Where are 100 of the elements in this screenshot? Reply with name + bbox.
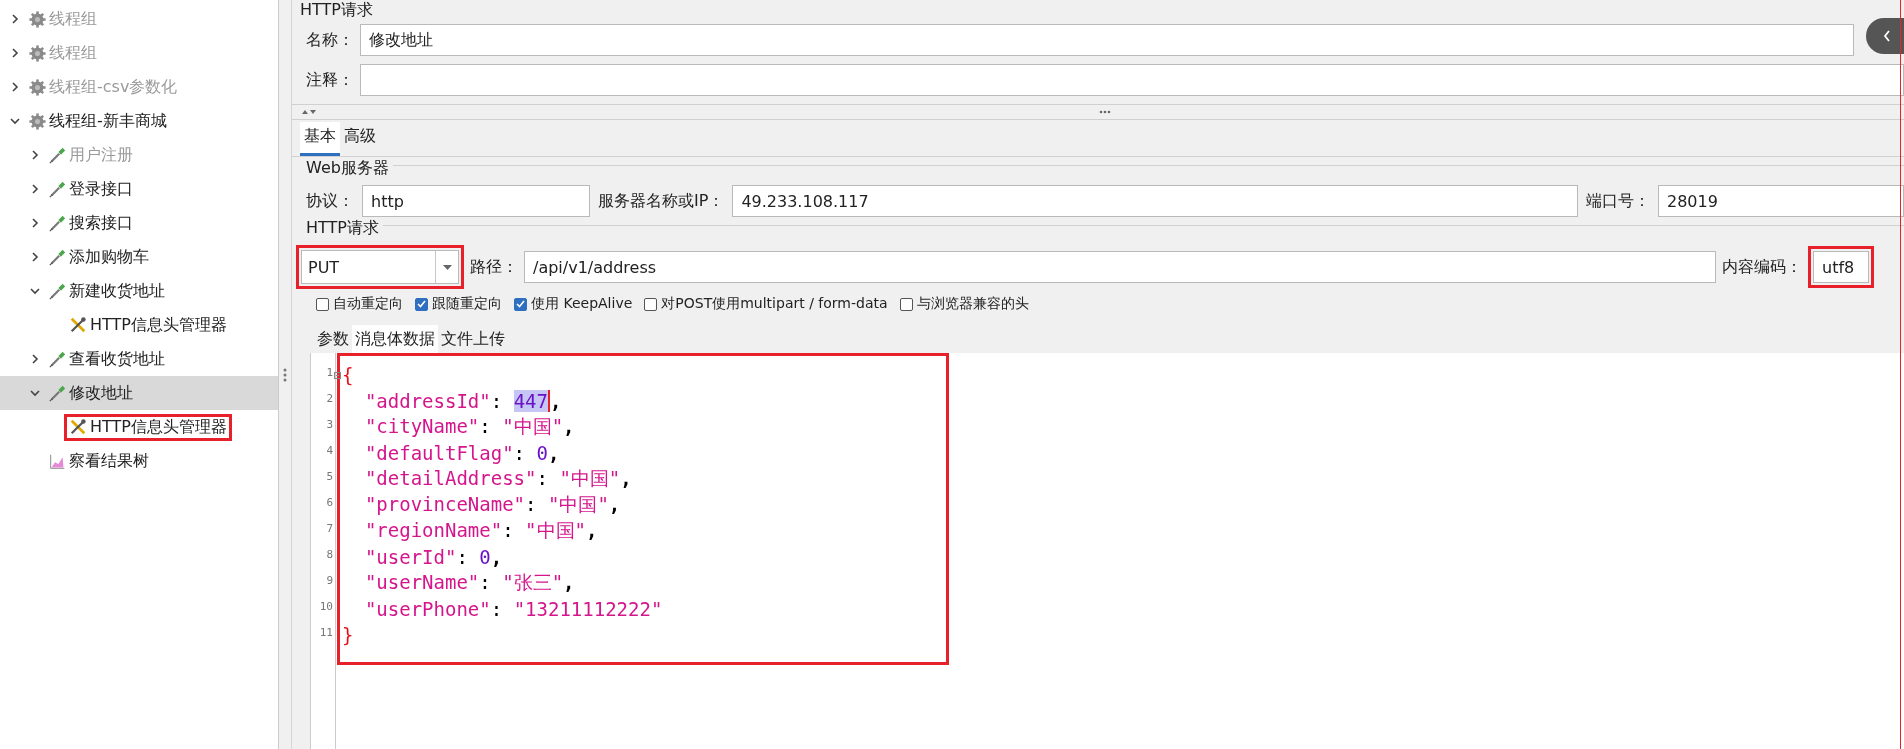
tree-item-label: 线程组 bbox=[49, 8, 97, 30]
gear-icon bbox=[29, 10, 46, 28]
code-line: { bbox=[342, 364, 354, 386]
gear-icon bbox=[29, 44, 46, 62]
tree-item[interactable]: 察看结果树 bbox=[0, 444, 278, 478]
line-number: 10 bbox=[318, 598, 334, 615]
tools-icon bbox=[69, 316, 87, 334]
checkmark-icon bbox=[417, 300, 426, 308]
line-number: 8 bbox=[325, 546, 334, 563]
pipette-icon bbox=[49, 146, 66, 164]
tree-item-label: 添加购物车 bbox=[69, 246, 149, 268]
tools-icon bbox=[69, 418, 87, 436]
pipette-icon bbox=[49, 282, 66, 300]
code-line: "defaultFlag": 0, bbox=[363, 442, 560, 464]
chevron-down-icon[interactable] bbox=[30, 286, 40, 296]
pipette-icon bbox=[49, 384, 66, 402]
tab[interactable]: 参数 bbox=[314, 325, 352, 353]
code-line: "cityName": "中国", bbox=[363, 414, 575, 439]
tree-item-label: 登录接口 bbox=[69, 178, 133, 200]
code-line: "detailAddress": "中国", bbox=[363, 466, 632, 491]
tab[interactable]: 高级 bbox=[340, 122, 380, 156]
comment-field[interactable] bbox=[360, 64, 1904, 96]
chart-icon bbox=[49, 452, 66, 470]
line-number: 1 bbox=[325, 364, 334, 381]
option-checkbox[interactable]: 与浏览器兼容的头 bbox=[899, 295, 1029, 313]
tab[interactable]: 消息体数据 bbox=[352, 325, 438, 353]
tree-item-label: 修改地址 bbox=[69, 382, 133, 404]
group-legend: Web服务器 bbox=[306, 158, 393, 179]
field-label: 名称： bbox=[306, 29, 354, 51]
option-checkbox[interactable]: 对POST使用multipart / form-data bbox=[644, 295, 888, 313]
code-line: "addressId": 447, bbox=[363, 390, 562, 412]
tab[interactable]: 文件上传 bbox=[438, 325, 508, 353]
tree-item[interactable]: 新建收货地址 bbox=[0, 274, 278, 308]
method-dropdown[interactable]: PUT bbox=[301, 250, 459, 284]
tree-item[interactable]: HTTP信息头管理器 bbox=[0, 410, 278, 444]
field-label: 端口号： bbox=[1586, 190, 1650, 212]
pipette-icon bbox=[49, 214, 66, 232]
collapse-button[interactable] bbox=[1866, 18, 1904, 54]
path-field[interactable]: /api/v1/address bbox=[524, 251, 1716, 283]
fold-icon[interactable] bbox=[334, 371, 341, 379]
tree-item[interactable]: 修改地址 bbox=[0, 376, 278, 410]
protocol-field[interactable]: http bbox=[362, 185, 590, 217]
field-label: 路径： bbox=[470, 256, 518, 278]
code-line: "userPhone": "13211112222" bbox=[363, 598, 663, 620]
field-label: 服务器名称或IP： bbox=[598, 190, 725, 212]
collapse-arrows-icon[interactable] bbox=[302, 109, 316, 115]
tree-item[interactable]: HTTP信息头管理器 bbox=[0, 308, 278, 342]
option-checkbox[interactable]: 跟随重定向 bbox=[415, 295, 502, 313]
line-number: 9 bbox=[325, 572, 334, 589]
pipette-icon bbox=[49, 248, 66, 266]
tree-item-label: 新建收货地址 bbox=[69, 280, 165, 302]
code-line: "regionName": "中国", bbox=[363, 518, 598, 543]
server-field[interactable]: 49.233.108.117 bbox=[732, 185, 1578, 217]
field-label: 协议： bbox=[306, 190, 354, 212]
tree-item-label: HTTP信息头管理器 bbox=[90, 416, 227, 438]
tree-item-label: 搜索接口 bbox=[69, 212, 133, 234]
line-number: 7 bbox=[325, 520, 334, 537]
tree-item-label: 查看收货地址 bbox=[69, 348, 165, 370]
pipette-icon bbox=[49, 350, 66, 368]
drag-handle-icon[interactable] bbox=[283, 367, 287, 382]
chevron-right-icon[interactable] bbox=[30, 218, 40, 228]
tree-item[interactable]: 线程组-新丰商城 bbox=[0, 104, 278, 138]
tab[interactable]: 基本 bbox=[300, 122, 340, 156]
field-label: 内容编码： bbox=[1722, 256, 1802, 278]
drag-handle-icon[interactable] bbox=[1099, 110, 1111, 114]
option-checkbox[interactable]: 自动重定向 bbox=[316, 295, 403, 313]
panel-title: HTTP请求 bbox=[299, 0, 374, 20]
line-number: 6 bbox=[325, 494, 334, 511]
tree-item-label: 用户注册 bbox=[69, 144, 133, 166]
chevron-down-icon[interactable] bbox=[30, 388, 40, 398]
tree-item-label: HTTP信息头管理器 bbox=[90, 314, 227, 336]
code-line: "userId": 0, bbox=[363, 546, 503, 568]
encoding-field[interactable]: utf8 bbox=[1813, 251, 1869, 283]
tree-item-label: 线程组 bbox=[49, 42, 97, 64]
tree-item-label: 线程组-csv参数化 bbox=[49, 76, 178, 98]
chevron-right-icon[interactable] bbox=[30, 184, 40, 194]
tree-item[interactable]: 添加购物车 bbox=[0, 240, 278, 274]
name-field[interactable]: 修改地址 bbox=[360, 24, 1854, 56]
tree-item-label: 线程组-新丰商城 bbox=[49, 110, 167, 132]
chevron-right-icon[interactable] bbox=[30, 354, 40, 364]
pipette-icon bbox=[49, 180, 66, 198]
checkmark-icon bbox=[516, 300, 525, 308]
line-number: 5 bbox=[325, 468, 334, 485]
chevron-down-icon[interactable] bbox=[10, 116, 20, 126]
field-label: 注释： bbox=[306, 69, 354, 91]
port-field[interactable]: 28019 bbox=[1658, 185, 1904, 217]
caret-icon bbox=[442, 264, 452, 270]
gear-icon bbox=[29, 112, 46, 130]
code-line: "provinceName": "中国", bbox=[363, 492, 621, 517]
tree-item[interactable]: 登录接口 bbox=[0, 172, 278, 206]
chevron-left-icon bbox=[1883, 30, 1891, 42]
code-line: "userName": "张三", bbox=[363, 570, 575, 595]
tree-item[interactable]: 查看收货地址 bbox=[0, 342, 278, 376]
line-number: 2 bbox=[325, 390, 334, 407]
option-checkbox[interactable]: 使用 KeepAlive bbox=[514, 295, 633, 313]
line-number: 11 bbox=[318, 624, 334, 641]
line-number: 3 bbox=[325, 416, 334, 433]
code-editor[interactable]: { "addressId": 447, "cityName": "中国", "defaultFlag": 0, "detailAddress": "中国", "provinceName": "中国", "regionName": "中国", "userId": 0, "userName": "张三", "userPhone": "13211112222" } bbox=[337, 353, 949, 665]
tree-item[interactable]: 搜索接口 bbox=[0, 206, 278, 240]
chevron-right-icon[interactable] bbox=[30, 252, 40, 262]
